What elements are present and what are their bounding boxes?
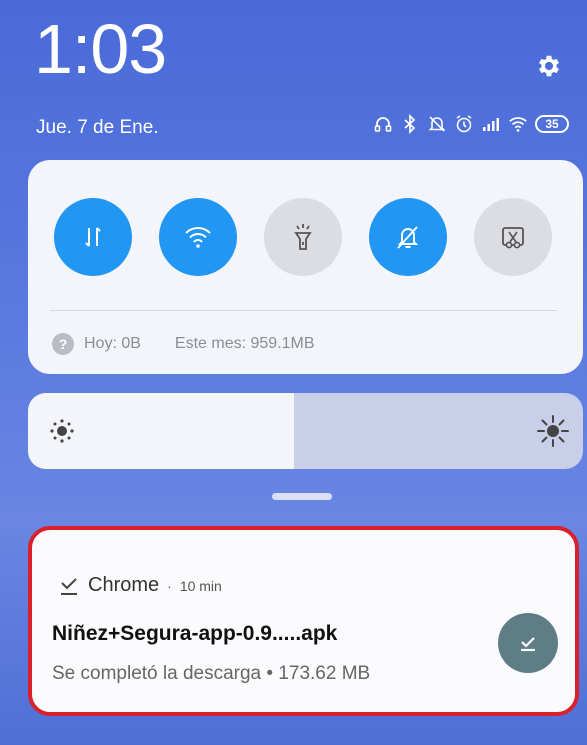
do-not-disturb-icon: [427, 114, 447, 134]
silent-mode-toggle[interactable]: [369, 198, 447, 276]
drag-handle[interactable]: [272, 493, 332, 500]
download-complete-icon: [61, 577, 77, 595]
cellular-signal-icon: [481, 114, 501, 134]
quick-settings-divider: [50, 310, 557, 311]
brightness-high-icon: [537, 415, 569, 447]
battery-icon: 35: [535, 115, 569, 133]
clock-time: 1:03: [34, 10, 167, 88]
date-label: Jue. 7 de Ene.: [36, 117, 159, 138]
wifi-icon: [185, 227, 211, 248]
open-download-button[interactable]: [498, 613, 558, 673]
settings-button[interactable]: [533, 50, 565, 82]
flashlight-toggle[interactable]: [264, 198, 342, 276]
notification-separator: ·: [167, 577, 172, 594]
help-icon: ?: [52, 333, 74, 355]
alarm-icon: [454, 114, 474, 134]
notification-app-name: Chrome: [88, 574, 160, 596]
notification-header: Chrome · 10 min: [58, 574, 222, 597]
wifi-toggle[interactable]: [159, 198, 237, 276]
data-usage-today: Hoy: 0B: [84, 335, 141, 352]
brightness-slider[interactable]: [28, 393, 583, 469]
gear-icon: [539, 55, 559, 77]
status-icons: 35: [373, 112, 569, 136]
notification-time: 10 min: [179, 577, 222, 594]
data-transfer-icon: [85, 227, 101, 247]
brightness-low-icon: [50, 419, 74, 443]
screenshot-toggle[interactable]: [474, 198, 552, 276]
wifi-icon: [508, 114, 528, 134]
flashlight-icon: [294, 224, 312, 250]
data-usage[interactable]: ? Hoy: 0B Este mes: 959.1MB: [52, 332, 315, 356]
bluetooth-icon: [400, 114, 420, 134]
status-area: 1:03 Jue. 7 de Ene. 35: [0, 0, 587, 150]
screenshot-scissors-icon: [502, 227, 524, 249]
data-usage-month: Este mes: 959.1MB: [174, 335, 315, 352]
notification-title: Niñez+Segura-app-0.9.....apk: [52, 622, 338, 645]
notification-text: Se completó la descarga • 173.62 MB: [52, 663, 371, 684]
quick-settings-panel: ? Hoy: 0B Este mes: 959.1MB: [28, 160, 583, 374]
download-notification[interactable]: Chrome · 10 min Niñez+Segura-app-0.9....…: [28, 526, 579, 716]
download-complete-icon: [521, 637, 535, 652]
headset-icon: [373, 114, 393, 134]
bell-off-icon: [397, 226, 419, 249]
mobile-data-toggle[interactable]: [54, 198, 132, 276]
